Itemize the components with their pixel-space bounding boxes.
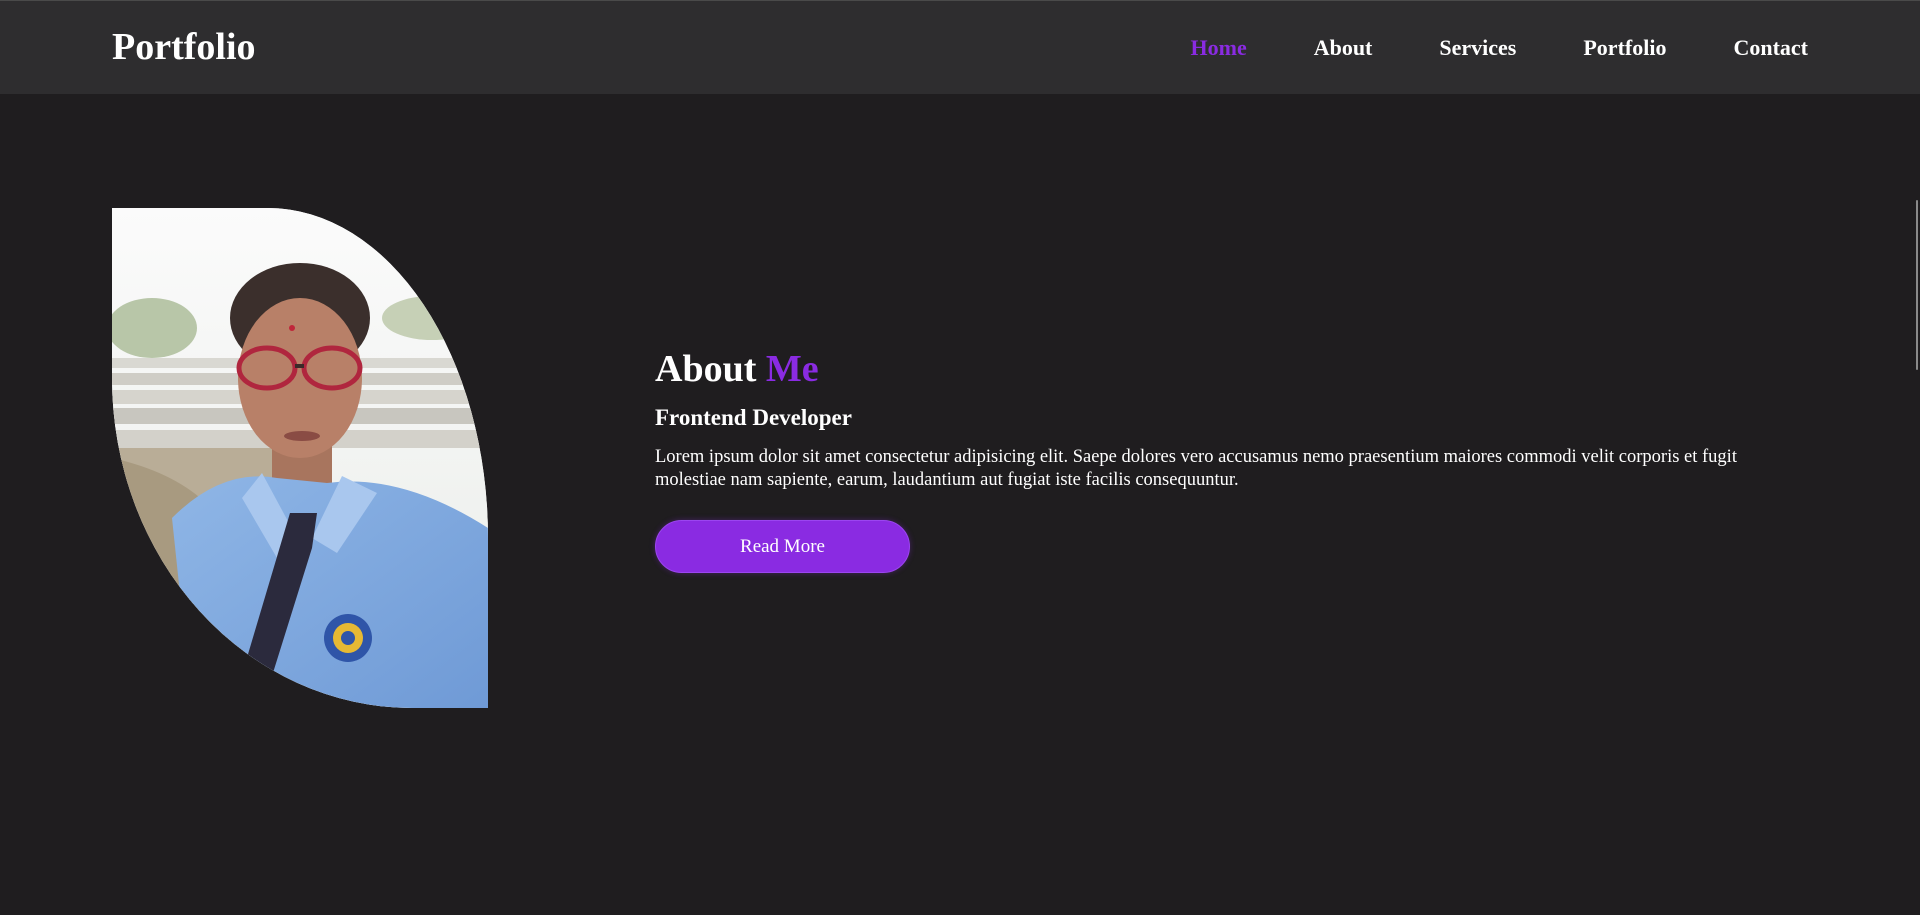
nav-about-link[interactable]: About [1314,31,1373,65]
read-more-button[interactable]: Read More [655,520,910,573]
main-nav: Home About Services Portfolio Contact [1191,31,1809,65]
about-title: About Me [655,346,1785,392]
about-content: About Me Frontend Developer Lorem ipsum … [655,346,1785,573]
about-title-accent: Me [765,348,819,390]
nav-services-link[interactable]: Services [1439,31,1516,65]
about-subtitle: Frontend Developer [655,405,852,430]
nav-contact-link[interactable]: Contact [1733,31,1808,65]
page-scrollbar[interactable] [1916,200,1918,370]
profile-photo [112,208,488,708]
site-logo[interactable]: Portfolio [112,21,256,73]
profile-photo-illustration [112,208,488,708]
about-section: About Me Frontend Developer Lorem ipsum … [0,94,1920,915]
site-header: Portfolio Home About Services Portfolio … [0,0,1920,94]
about-title-main: About [655,348,757,390]
nav-portfolio-link[interactable]: Portfolio [1583,31,1666,65]
about-description: Lorem ipsum dolor sit amet consectetur a… [655,447,1737,490]
nav-home-link[interactable]: Home [1191,31,1247,65]
